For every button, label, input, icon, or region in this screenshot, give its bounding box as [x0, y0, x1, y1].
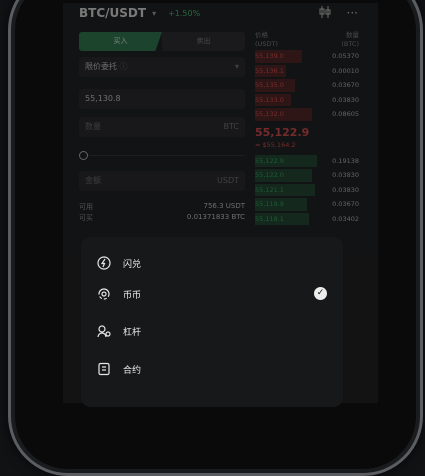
ask-qty: 0.03670 [332, 81, 359, 89]
info-icon[interactable]: ⓘ [120, 62, 128, 71]
available-balance: 可用 756.3 USDT [79, 202, 245, 212]
ask-row[interactable]: 55,139.0 0.05370 [255, 49, 359, 64]
price-change: +1.50% [168, 8, 201, 18]
buyable-value: 0.01371833 BTC [186, 213, 245, 221]
order-book: 价格 (USDT) 数量 (BTC) 55,139.0 0.05370 55,136… [255, 31, 359, 226]
spot-icon [97, 287, 111, 301]
chevron-down-icon: ▾ [234, 62, 239, 71]
bid-qty: 0.19138 [332, 156, 359, 165]
flash-swap-icon [97, 256, 111, 270]
sheet-item-futures[interactable]: 合约 [97, 359, 337, 379]
sheet-item-margin[interactable]: 杠杆 [97, 321, 337, 341]
total-unit: USDT [217, 176, 239, 185]
amount-unit: BTC [223, 122, 240, 131]
amount-input[interactable]: 数量 BTC [79, 117, 245, 137]
phone-frame: BTC/USDT ▾ +1.50% ··· 买入 卖出 限价委托 ⓘ ▾ 55,… [8, 0, 423, 476]
available-label: 可用 [79, 203, 93, 211]
bid-price: 55,121.1 [255, 185, 284, 194]
bid-row[interactable]: 55,122.9 0.19138 [255, 154, 359, 169]
total-input[interactable]: 金额 USDT [79, 171, 245, 191]
ask-row[interactable]: 55,136.1 0.00010 [255, 64, 359, 79]
order-type-value: 限价委托 [85, 62, 117, 71]
ask-row[interactable]: 55,132.0 0.08605 [255, 107, 359, 122]
order-book-header: 价格 (USDT) 数量 (BTC) [255, 31, 359, 49]
bid-price: 55,122.9 [255, 156, 284, 165]
price-header: 价格 [255, 31, 268, 39]
selected-check-icon: ✓ [314, 287, 327, 300]
buy-sell-tabs: 买入 卖出 [79, 32, 245, 51]
ask-qty: 0.00010 [332, 66, 359, 75]
bid-row[interactable]: 55,121.1 0.03830 [255, 183, 359, 198]
slider-track[interactable] [89, 155, 245, 156]
qty-header-unit: (BTC) [341, 40, 359, 48]
bid-qty: 0.03830 [332, 171, 359, 179]
bid-price: 55,119.9 [255, 200, 284, 208]
trade-mode-sheet: 闪兑 币币 ✓ 杠杆 合约 [81, 237, 343, 407]
sheet-item-label: 合约 [123, 365, 142, 376]
bid-list: 55,122.9 0.19138 55,122.0 0.03830 55,121.1 0.… [255, 154, 359, 227]
ask-qty: 0.05370 [332, 52, 359, 60]
ask-price: 55,133.0 [255, 95, 284, 104]
sheet-item-label: 币币 [123, 290, 142, 301]
ask-price: 55,135.0 [255, 81, 284, 89]
buyable-label: 可买 [79, 214, 93, 222]
tab-sell[interactable]: 卖出 [162, 32, 245, 51]
ask-row[interactable]: 55,135.0 0.03670 [255, 78, 359, 93]
chevron-down-icon[interactable]: ▾ [152, 9, 156, 18]
last-price-usd: ≈ $55,164.2 [255, 140, 296, 149]
ask-price: 55,136.1 [255, 66, 284, 75]
order-type-select[interactable]: 限价委托 ⓘ ▾ [79, 57, 245, 77]
slider-handle[interactable] [79, 151, 88, 160]
total-placeholder: 金额 [85, 176, 101, 185]
sheet-item-spot[interactable]: 币币 ✓ [97, 284, 337, 304]
pair-title[interactable]: BTC/USDT [79, 6, 146, 20]
bid-row[interactable]: 55,118.1 0.03402 [255, 212, 359, 227]
buyable-amount: 可买 0.01371833 BTC [79, 213, 245, 223]
ask-qty: 0.08605 [332, 110, 359, 118]
amount-slider[interactable] [79, 151, 245, 161]
bid-row[interactable]: 55,119.9 0.03670 [255, 197, 359, 212]
ask-list: 55,139.0 0.05370 55,136.1 0.00010 55,135.0 0.… [255, 49, 359, 122]
bid-qty: 0.03830 [332, 185, 359, 194]
bid-price: 55,122.0 [255, 171, 284, 179]
bid-qty: 0.03402 [332, 214, 359, 223]
available-value: 756.3 USDT [203, 202, 246, 210]
more-icon[interactable]: ··· [347, 6, 358, 21]
futures-icon [97, 362, 111, 376]
last-price: 55,122.9 [255, 125, 310, 139]
ask-qty: 0.03830 [332, 95, 359, 104]
ask-price: 55,132.0 [255, 110, 284, 118]
sheet-item-flash-swap[interactable]: 闪兑 [97, 253, 337, 273]
pair-header[interactable]: BTC/USDT ▾ +1.50% [79, 6, 200, 20]
margin-icon [97, 324, 111, 338]
sheet-item-label: 杠杆 [123, 327, 142, 338]
ask-price: 55,139.0 [255, 52, 284, 60]
price-input-value: 55,130.8 [85, 94, 121, 103]
bid-qty: 0.03670 [332, 200, 359, 208]
price-header-unit: (USDT) [255, 40, 278, 48]
candlestick-icon[interactable] [319, 6, 331, 21]
tab-buy[interactable]: 买入 [79, 32, 162, 51]
bid-price: 55,118.1 [255, 214, 284, 223]
bid-row[interactable]: 55,122.0 0.03830 [255, 168, 359, 183]
ask-row[interactable]: 55,133.0 0.03830 [255, 93, 359, 108]
qty-header: 数量 [346, 31, 359, 39]
amount-placeholder: 数量 [85, 122, 101, 131]
sheet-item-label: 闪兑 [123, 259, 142, 270]
price-input[interactable]: 55,130.8 [79, 89, 245, 109]
